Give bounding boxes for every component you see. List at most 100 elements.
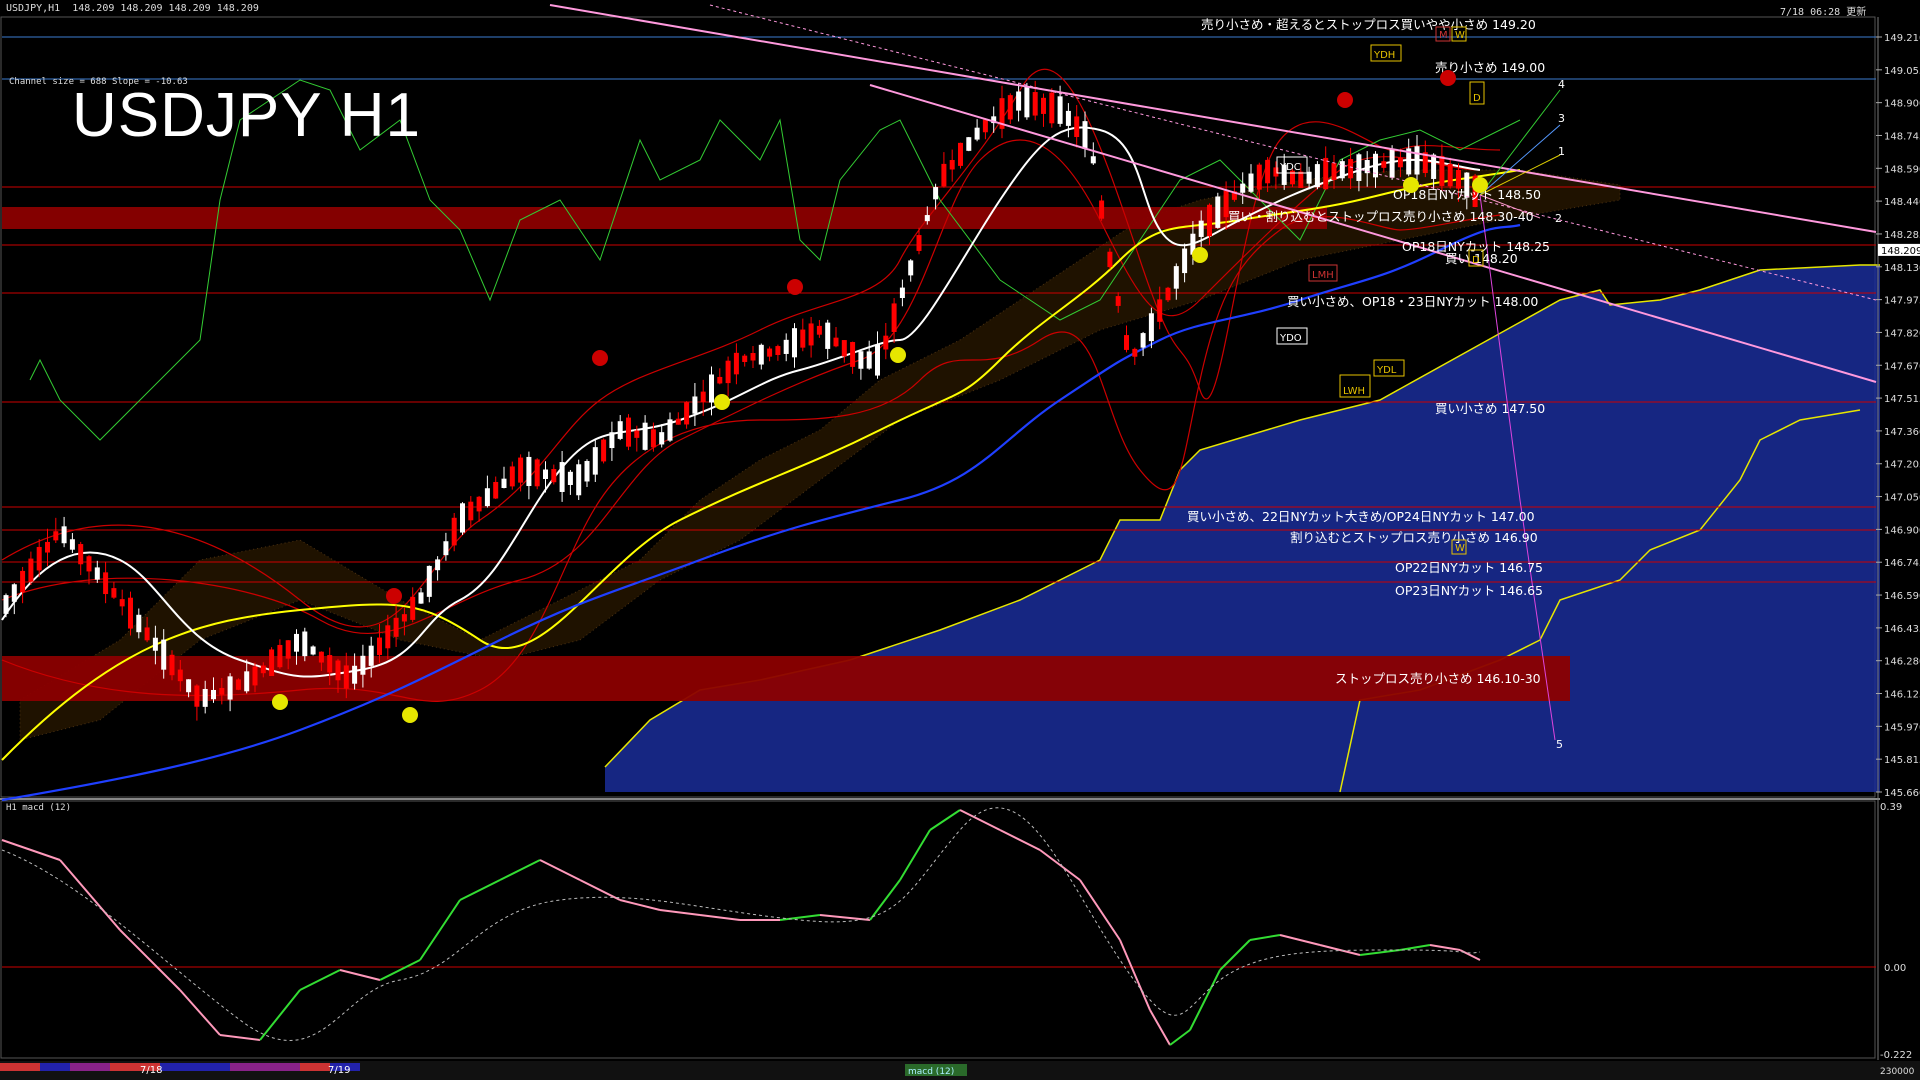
price-chart[interactable]: 売り小さめ・超えるとストップロス買いやや小さめ 149.20売り小さめ 149.… [0,0,1920,1080]
candle-body [186,679,192,693]
candle-body [1414,146,1420,175]
candle-body [1107,251,1113,268]
marker-w: W [1455,30,1465,41]
axis-label: 146.745 [1884,558,1920,569]
candle-body [1165,287,1171,301]
candle-body [958,142,963,166]
candle-body [543,469,548,479]
candle-body [294,633,299,652]
candle-body [601,439,607,462]
candle-body [343,665,349,689]
level-note: OP23日NYカット 146.65 [1395,583,1543,598]
level-note: ストップロス売り小さめ 146.10-30 [1335,671,1541,686]
candle-body [227,676,233,700]
candle-body [86,556,92,572]
candle-body [1074,116,1080,137]
candle-body [260,665,266,674]
candle-body [875,344,880,376]
candle-body [484,488,490,507]
level-note: 買い小さめ 147.50 [1435,401,1545,416]
axis-label: 146.435 [1884,624,1920,635]
indicator-tag: macd (12) [908,1067,954,1077]
candle-body [634,430,640,438]
candle-body [1306,171,1312,184]
macd-label: H1 macd (12) [6,803,72,813]
footer-value: 230000 [1880,1067,1915,1077]
candle-body [792,328,797,358]
candle-body [559,462,565,492]
candle-body [476,496,482,512]
candle-body [1148,313,1154,342]
candle-body [1041,97,1046,114]
candle-body [401,614,407,622]
candle-body [1124,335,1129,350]
candle-body [767,348,773,357]
candle-body [742,355,748,362]
candle-body [850,342,856,367]
candle-body [352,665,358,684]
axis-label: 145.970 [1884,722,1920,733]
candle-body [1431,154,1437,179]
candle-body [1256,164,1262,190]
axis-label: 147.670 [1884,361,1920,372]
fractal-up-marker [890,347,906,363]
candle-body [1240,183,1246,193]
level-note: 割り込むとストップロス売り小さめ 146.90 [1290,530,1538,545]
candle-body [410,596,416,620]
candle-body [318,651,324,663]
candle-body [202,688,208,707]
bottom-timebar: 7/18 7/19 macd (12) 230000 [0,1061,1920,1080]
date-label: 7/18 [140,1065,162,1076]
level-note: 買い・割り込むとストップロス売り小さめ 148.30-40 [1228,209,1534,224]
candle-body [808,323,814,346]
candle-body [1323,157,1329,190]
candle-body [1298,171,1304,188]
axis-label: 147.515 [1884,394,1920,405]
candle-body [103,572,109,595]
candle-body [310,646,316,655]
candle-body [1314,164,1320,188]
candle-body [418,592,424,604]
axis-label: 148.285 [1884,230,1920,241]
candle-body [1397,157,1403,168]
candle-body [219,687,225,695]
candle-body [858,351,864,369]
wave-label: 4 [1558,78,1565,91]
axis-label: 146.590 [1884,591,1920,602]
candle-body [144,627,150,641]
candle-body [435,559,441,571]
axis-label: 145.815 [1884,755,1920,766]
candle-body [20,570,26,593]
candle-body [426,565,432,597]
candle-body [833,337,839,347]
candle-body [534,459,540,487]
candle-body [750,353,756,361]
axis-label: 149.210 [1884,33,1920,44]
candle-body [45,541,50,553]
candle-body [1389,149,1395,178]
macd-axis-label: -0.222 [1880,1050,1912,1061]
candle-body [526,456,532,487]
level-note: OP22日NYカット 146.75 [1395,560,1543,575]
candle-body [119,599,125,607]
candle-body [285,640,291,659]
axis-label: 148.745 [1884,131,1920,142]
update-timestamp: 7/18 06:28 更新 [1780,7,1867,18]
candle-body [11,584,17,602]
timebar-segment [300,1063,330,1071]
candle-body [1140,333,1146,348]
candle-body [177,669,183,682]
candle-body [78,544,84,565]
candle-body [908,260,914,276]
wave-label: 2 [1555,212,1562,225]
axis-label: 147.820 [1884,328,1920,339]
candle-body [941,163,947,187]
candle-body [675,418,681,425]
candle-body [244,671,250,692]
candle-body [866,351,872,369]
candle-body [891,303,897,332]
candle-body [758,344,764,365]
candle-body [916,235,922,251]
candle-body [3,595,9,614]
candle-body [982,119,988,133]
